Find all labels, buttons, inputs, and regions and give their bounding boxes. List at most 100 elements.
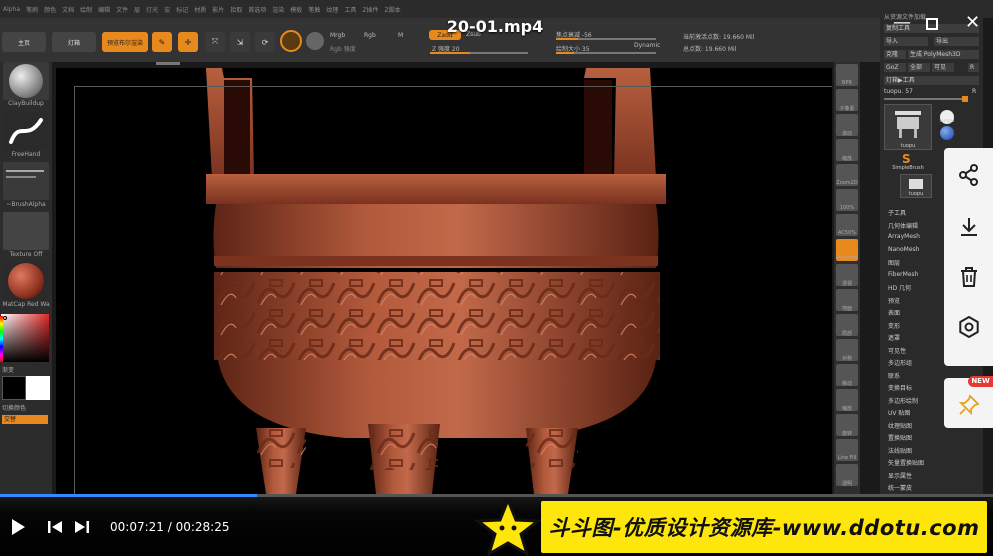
menu-item[interactable]: 层 [134, 5, 140, 14]
export-button[interactable]: 导出 [934, 37, 979, 46]
tool-thumb-simplebrush[interactable]: S SimpleBrush [884, 152, 932, 174]
tool-thumb-tuopu-2[interactable]: tuopu [900, 174, 932, 198]
subpalette-item[interactable]: HD 几何 [888, 283, 911, 292]
subpalette-item[interactable]: 变形 [888, 321, 900, 330]
next-button[interactable] [74, 520, 90, 536]
menu-item[interactable]: 模板 [290, 5, 302, 14]
tool-thumb-tuopu-small[interactable]: tuopu [936, 104, 958, 150]
menu-item[interactable]: 绘制 [80, 5, 92, 14]
secondary-color-swatch[interactable] [26, 376, 50, 400]
subpalette-item[interactable]: UV 贴图 [888, 408, 910, 417]
primary-color-swatch[interactable] [2, 376, 26, 400]
menu-item[interactable]: 拾取 [230, 5, 242, 14]
subpalette-item[interactable]: 图层 [888, 258, 900, 267]
close-button[interactable]: ✕ [965, 12, 980, 33]
subpalette-item[interactable]: FiberMesh [888, 271, 918, 278]
subpalette-item[interactable]: 遮罩 [888, 333, 900, 342]
material-sphere-button[interactable] [280, 30, 302, 52]
goz-button[interactable]: GoZ [884, 63, 906, 72]
menu-item[interactable]: 颜色 [44, 5, 56, 14]
subpalette-item[interactable]: 统一蒙皮 [888, 483, 912, 492]
material-thumbnail[interactable] [3, 262, 49, 300]
current-tool-r-button[interactable]: R [972, 88, 980, 97]
stroke-thumbnail[interactable] [3, 112, 49, 150]
home-button[interactable]: 主页 [2, 32, 46, 52]
menu-item[interactable]: Z脚本 [384, 5, 400, 14]
subpalette-item[interactable]: 多边形组 [888, 358, 912, 367]
menu-item[interactable]: 首选项 [248, 5, 266, 14]
subpalette-item[interactable]: 显示属性 [888, 471, 912, 480]
switch-color-button[interactable]: 切换颜色 [0, 403, 52, 412]
minimize-button[interactable]: — [893, 12, 911, 33]
subpalette-item[interactable]: 法线贴图 [888, 446, 912, 455]
download-button[interactable] [944, 204, 993, 250]
move-button[interactable]: ⤧ [205, 32, 225, 52]
menu-item[interactable]: Alpha [3, 6, 20, 13]
menu-item[interactable]: 纹理 [326, 5, 338, 14]
subpalette-item[interactable]: 纹理贴图 [888, 421, 912, 430]
rotate-button[interactable]: ⟳ [255, 32, 275, 52]
tool-thumb-tuopu[interactable]: tuopu [884, 104, 932, 150]
canvas-scroll-handle[interactable] [156, 62, 180, 65]
subpalette-item[interactable]: 表面 [888, 308, 900, 317]
subpalette-item[interactable]: 几何体编辑 [888, 221, 918, 230]
rgb-intensity-slider[interactable]: Rgb 强度 [330, 44, 356, 53]
color-picker[interactable] [1, 314, 49, 362]
subpalette-item[interactable]: 变换目标 [888, 383, 912, 392]
hue-slider[interactable] [0, 316, 3, 362]
brush-thumbnail[interactable] [3, 62, 49, 100]
menu-item[interactable]: 材质 [194, 5, 206, 14]
preview-render-button[interactable]: 预览布尔渲染 [102, 32, 148, 52]
subpalette-item[interactable]: 多边形绘制 [888, 396, 918, 405]
menu-item[interactable]: 文件 [116, 5, 128, 14]
alpha-preview-line [6, 170, 44, 172]
subpalette-item[interactable]: 联系 [888, 371, 900, 380]
edit-button[interactable]: ✎ [152, 32, 172, 52]
menu-item[interactable]: 编辑 [98, 5, 110, 14]
current-tool-handle[interactable] [962, 96, 968, 102]
subpalette-item[interactable]: 子工具 [888, 208, 906, 217]
menu-item[interactable]: 宏 [164, 5, 170, 14]
gradient-sphere-button[interactable] [306, 32, 324, 50]
texture-thumbnail[interactable] [3, 212, 49, 250]
alpha-thumbnail[interactable] [3, 162, 49, 200]
menu-item[interactable]: 笔触 [308, 5, 320, 14]
lightbox-tools-button[interactable]: 灯箱▶工具 [884, 76, 979, 85]
delete-button[interactable] [944, 254, 993, 300]
menu-item[interactable]: 渲染 [272, 5, 284, 14]
menu-item[interactable]: 工具 [344, 5, 356, 14]
previous-button[interactable] [47, 520, 63, 536]
draw-button[interactable]: ✛ [178, 32, 198, 52]
scale-button[interactable]: ⇲ [230, 32, 250, 52]
view-strip-label: 旋转 [841, 431, 852, 437]
rgb-toggle[interactable]: Rgb [364, 32, 376, 39]
close-icon: ✕ [965, 12, 981, 33]
subpalette-item[interactable]: 置换贴图 [888, 433, 912, 442]
menu-item[interactable]: 影片 [212, 5, 224, 14]
settings-button[interactable] [944, 304, 993, 350]
goz-visible-button[interactable]: 可见 [932, 63, 954, 72]
lightbox-button[interactable]: 灯箱 [52, 32, 96, 52]
dynamic-toggle[interactable]: Dynamic [634, 42, 660, 49]
subpalette-item[interactable]: 预览 [888, 296, 900, 305]
subpalette-item[interactable]: NanoMesh [888, 246, 919, 253]
mrgb-toggle[interactable]: Mrgb [330, 32, 345, 39]
alternate-button[interactable]: 交替 [2, 415, 48, 424]
current-tool-track[interactable] [884, 98, 968, 100]
share-button[interactable] [944, 152, 993, 198]
import-button[interactable]: 导入 [884, 37, 928, 46]
menu-item[interactable]: 笔刷 [26, 5, 38, 14]
menu-item[interactable]: 灯光 [146, 5, 158, 14]
r-button[interactable]: R [968, 63, 979, 72]
menu-item[interactable]: Z插件 [362, 5, 378, 14]
menu-item[interactable]: 标记 [176, 5, 188, 14]
subpalette-item[interactable]: 可见性 [888, 346, 906, 355]
clone-button[interactable]: 克隆 [884, 50, 906, 59]
menu-item[interactable]: 文档 [62, 5, 74, 14]
make-polymesh-button[interactable]: 生成 PolyMesh3D [908, 50, 979, 59]
play-button[interactable] [10, 518, 26, 538]
maximize-button[interactable] [926, 14, 938, 35]
subpalette-item[interactable]: ArrayMesh [888, 233, 920, 240]
goz-all-button[interactable]: 全部 [908, 63, 930, 72]
subpalette-item[interactable]: 矢量置换贴图 [888, 458, 924, 467]
